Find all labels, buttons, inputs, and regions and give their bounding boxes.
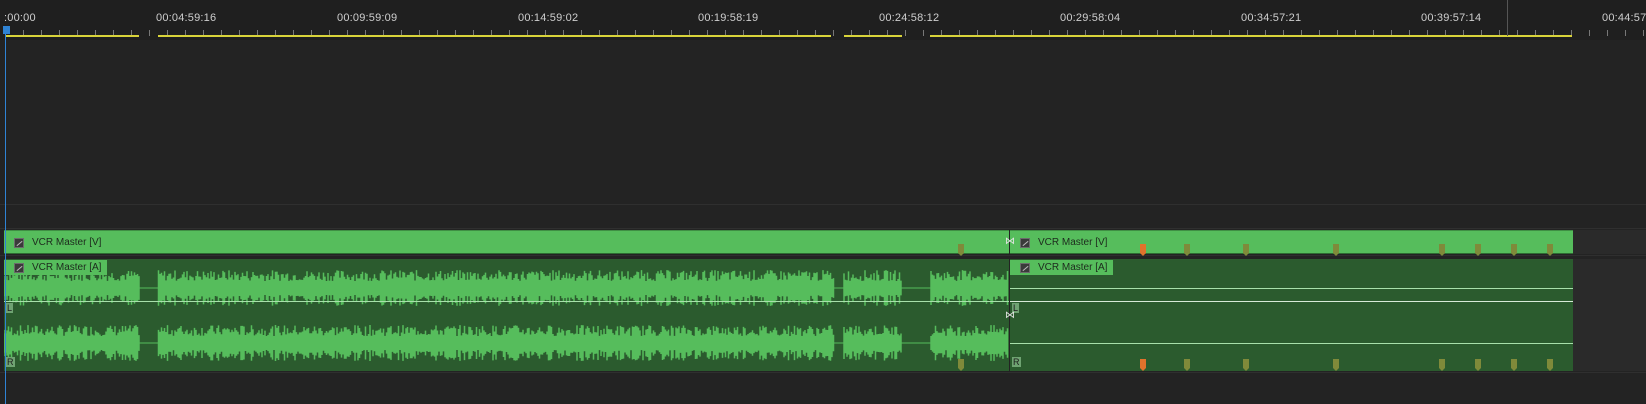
clip-marker[interactable] (1547, 359, 1553, 371)
ruler-tick (149, 30, 150, 36)
fx-badge-icon (1020, 237, 1030, 248)
fx-badge-icon (14, 262, 24, 273)
timecode-label: 00:09:59:09 (337, 12, 398, 24)
clip-marker[interactable] (1511, 244, 1517, 256)
video-clip[interactable]: VCR Master [V] (4, 230, 1009, 256)
edit-point-icon[interactable]: ⋈ (1005, 236, 1015, 247)
clip-label: VCR Master [A] (1038, 262, 1108, 273)
waveform-flat-line (1010, 343, 1573, 344)
ruler-tick (905, 30, 906, 36)
clip-label: VCR Master [V] (1038, 237, 1108, 248)
hover-cursor-line (1507, 0, 1508, 36)
clip-marker[interactable] (958, 359, 964, 371)
clip-name: VCR Master [A] (4, 260, 108, 275)
waveform-flat-line (1010, 288, 1573, 289)
playhead-handle[interactable] (3, 26, 10, 34)
timecode-label: 00:29:58:04 (1060, 12, 1121, 24)
timecode-label: 00:14:59:02 (518, 12, 579, 24)
clip-name: VCR Master [V] (14, 235, 101, 250)
clip-marker[interactable] (1439, 359, 1445, 371)
clip-marker[interactable] (1439, 244, 1445, 256)
clip-name: VCR Master [A] (1010, 260, 1114, 275)
clip-marker[interactable] (1475, 244, 1481, 256)
clip-label: VCR Master [V] (32, 237, 102, 248)
video-clip[interactable]: VCR Master [V] (1010, 230, 1573, 256)
timecode-label: 00:19:58:19 (698, 12, 759, 24)
time-ruler[interactable]: :00:00 00:04:59:16 00:09:59:09 00:14:59:… (0, 0, 1646, 40)
audio-waveform (4, 270, 1009, 361)
ruler-tick (923, 30, 924, 36)
channel-divider (1010, 301, 1573, 302)
clip-marker-highlighted[interactable] (1140, 359, 1146, 371)
left-channel-label: L (6, 303, 14, 313)
channel-divider (4, 301, 1009, 302)
ruler-tick (1607, 30, 1608, 36)
clip-marker[interactable] (1475, 359, 1481, 371)
clip-label: VCR Master [A] (32, 262, 102, 273)
ruler-tick (1625, 30, 1626, 36)
ruler-tick (833, 30, 834, 36)
clip-marker[interactable] (958, 244, 964, 256)
empty-track-area (1573, 259, 1646, 371)
clip-marker[interactable] (1511, 359, 1517, 371)
track-divider (0, 228, 1646, 229)
timecode-label: 00:24:58:12 (879, 12, 940, 24)
fx-badge-icon (14, 237, 24, 248)
empty-track-area (1573, 230, 1646, 254)
work-area-bar (844, 35, 902, 37)
ruler-tick (1589, 30, 1590, 36)
clip-marker[interactable] (1184, 359, 1190, 371)
clip-name: VCR Master [V] (1020, 235, 1107, 250)
waveform-path (4, 270, 1009, 361)
clip-marker[interactable] (1333, 359, 1339, 371)
right-channel-label: R (6, 357, 15, 367)
ruler-tick (1643, 30, 1644, 36)
audio-clip[interactable]: VCR Master [A] L R (1010, 259, 1573, 371)
track-divider (0, 372, 1646, 373)
timecode-label: 00:44:57: (1602, 12, 1646, 24)
clip-marker-highlighted[interactable] (1140, 244, 1146, 256)
edit-point-icon[interactable]: ⋈ (1005, 310, 1015, 321)
clip-marker[interactable] (1184, 244, 1190, 256)
work-area-bar (930, 35, 1572, 37)
timecode-label: 00:34:57:21 (1241, 12, 1302, 24)
timecode-label: 00:04:59:16 (156, 12, 217, 24)
playhead-line (5, 26, 6, 404)
audio-clip[interactable]: VCR Master [A] L R (4, 259, 1009, 371)
clip-marker[interactable] (1333, 244, 1339, 256)
work-area-bar (5, 35, 139, 37)
work-area-bar (158, 35, 831, 37)
right-channel-label: R (1012, 357, 1021, 367)
clip-marker[interactable] (1547, 244, 1553, 256)
timecode-label: 00:39:57:14 (1421, 12, 1482, 24)
clip-marker[interactable] (1243, 244, 1249, 256)
track-divider (0, 204, 1646, 205)
fx-badge-icon (1020, 262, 1030, 273)
track-divider (0, 255, 1646, 256)
timecode-label: :00:00 (4, 12, 36, 24)
clip-marker[interactable] (1243, 359, 1249, 371)
